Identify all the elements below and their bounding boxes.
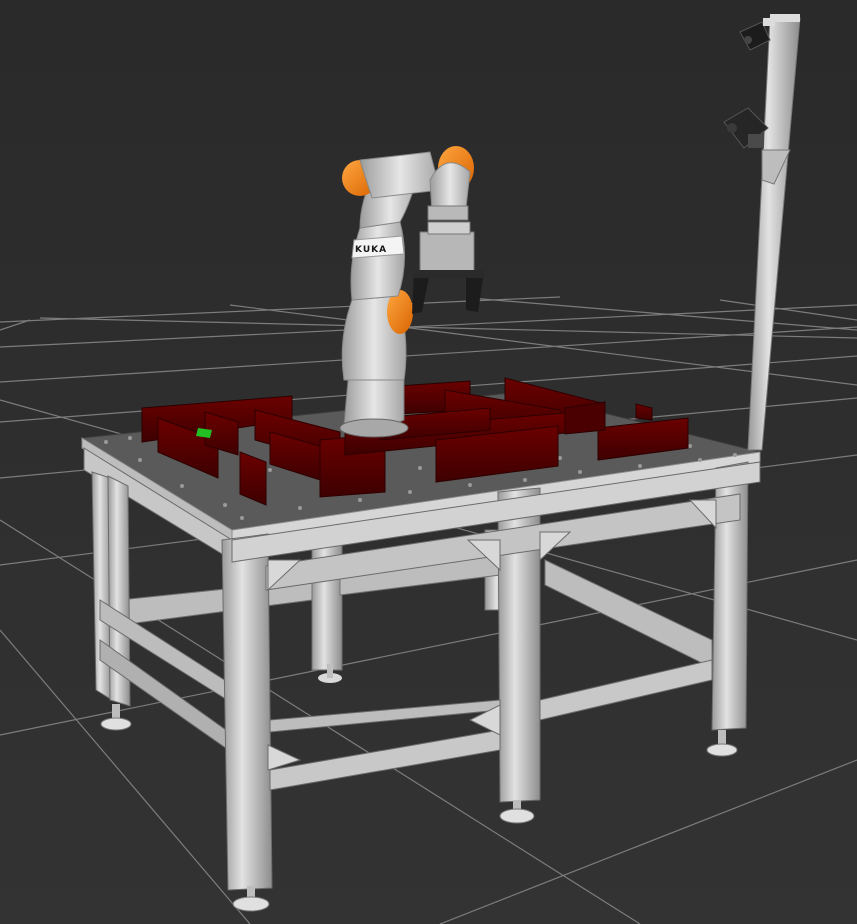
3d-viewport[interactable]: KUKA: [0, 0, 857, 924]
robot-workcell-scene: KUKA: [0, 0, 857, 924]
robot-brand-label: KUKA: [355, 245, 387, 255]
maze-wall: [564, 401, 606, 435]
